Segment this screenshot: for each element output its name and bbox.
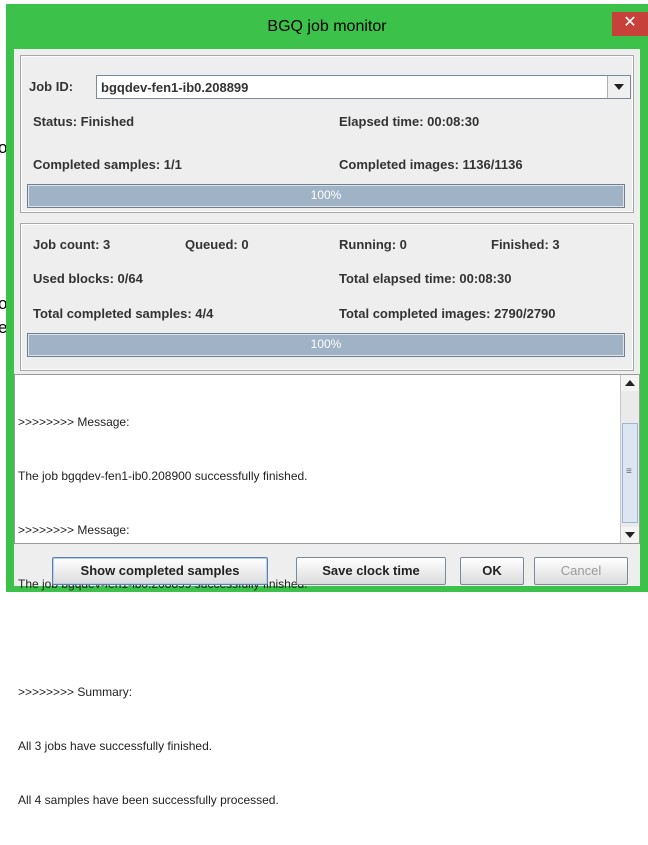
job-progress-bar: 100% (27, 184, 625, 208)
total-images-text: Total completed images: 2790/2790 (339, 306, 556, 321)
finished-text: Finished: 3 (491, 237, 560, 252)
completed-images-text: Completed images: 1136/1136 (339, 157, 523, 172)
queued-text: Queued: 0 (185, 237, 249, 252)
close-icon: ✕ (623, 14, 637, 31)
log-lines: >>>>>>>> Message: The job bgqdev-fen1-ib… (18, 377, 619, 845)
job-id-label: Job ID: (29, 79, 74, 94)
log-line: All 4 samples have been successfully pro… (18, 793, 279, 807)
dialog-content: Job ID: bgqdev-fen1-ib0.208899 Status: F… (14, 49, 640, 807)
log-line: >>>>>>>> Message: (18, 523, 130, 537)
window-title: BGQ job monitor (267, 18, 387, 35)
log-line: The job bgqdev-fen1-ib0.208900 successfu… (18, 469, 308, 483)
log-line: All 3 jobs have successfully finished. (18, 739, 213, 753)
job-id-selected-value: bgqdev-fen1-ib0.208899 (101, 80, 249, 95)
job-count-text: Job count: 3 (33, 237, 111, 252)
job-id-dropdown[interactable]: bgqdev-fen1-ib0.208899 (96, 75, 631, 99)
completed-samples-text: Completed samples: 1/1 (33, 157, 182, 172)
close-button[interactable]: ✕ (612, 12, 648, 36)
save-clock-time-button[interactable]: Save clock time (296, 557, 446, 585)
show-completed-samples-button[interactable]: Show completed samples (52, 557, 268, 585)
summary-progress-bar: 100% (27, 333, 625, 357)
ok-button[interactable]: OK (460, 557, 524, 585)
chevron-down-icon[interactable] (607, 76, 630, 98)
log-line: >>>>>>>> Summary: (18, 685, 133, 699)
log-line: >>>>>>>> Message: (18, 415, 130, 429)
cancel-button[interactable]: Cancel (534, 557, 628, 585)
status-text: Status: Finished (33, 114, 135, 129)
scroll-thumb[interactable] (622, 423, 638, 523)
message-log[interactable]: >>>>>>>> Message: The job bgqdev-fen1-ib… (14, 374, 640, 807)
elapsed-time-text: Elapsed time: 00:08:30 (339, 114, 480, 129)
job-monitor-window: BGQ job monitor ✕ Job ID: bgqdev-fen1-ib… (6, 4, 648, 807)
title-bar[interactable]: BGQ job monitor ✕ (6, 4, 648, 48)
scroll-down-icon[interactable] (621, 527, 639, 543)
log-scrollbar[interactable] (620, 375, 639, 543)
summary-panel: Job count: 3 Queued: 0 Running: 0 Finish… (20, 223, 634, 371)
job-progress-text: 100% (310, 188, 342, 202)
scroll-up-icon[interactable] (621, 375, 639, 391)
used-blocks-text: Used blocks: 0/64 (33, 271, 143, 286)
job-details-panel: Job ID: bgqdev-fen1-ib0.208899 Status: F… (20, 55, 634, 213)
running-text: Running: 0 (339, 237, 407, 252)
total-elapsed-text: Total elapsed time: 00:08:30 (339, 271, 512, 286)
total-samples-text: Total completed samples: 4/4 (33, 306, 214, 321)
summary-progress-text: 100% (310, 337, 342, 351)
